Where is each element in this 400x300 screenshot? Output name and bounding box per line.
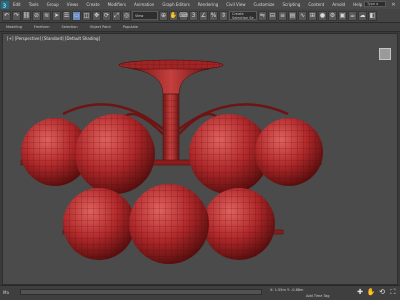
select-manipulate-icon[interactable]: ✋: [169, 10, 178, 21]
coordinate-readout: X: 1.55m Y: -0.88m: [270, 288, 304, 292]
menu-bar: 3 Edit Tools Group Views Create Modifier…: [0, 0, 400, 9]
orbit-icon[interactable]: ⟲: [378, 288, 386, 296]
redo-icon[interactable]: ↷: [12, 10, 21, 21]
menu-views[interactable]: Views: [63, 2, 83, 7]
curve-editor-icon[interactable]: ∿: [298, 10, 307, 21]
rectangular-selection-icon[interactable]: ▭: [72, 10, 81, 21]
named-selection-sets-dropdown[interactable]: Create Selection Se: [229, 11, 257, 20]
placement-icon[interactable]: ◎: [122, 10, 131, 21]
spinner-snap-icon[interactable]: ⇕: [219, 10, 228, 21]
menu-customize[interactable]: Customize: [250, 2, 279, 7]
render-production-icon[interactable]: ☕: [348, 10, 357, 21]
menu-civil-view[interactable]: Civil View: [222, 2, 249, 7]
pan-icon[interactable]: ✋: [367, 288, 376, 296]
close-icon[interactable]: ✕: [390, 2, 397, 8]
tab-freeform[interactable]: Freeform: [28, 25, 56, 29]
app-logo-icon[interactable]: 3: [1, 0, 9, 9]
select-by-name-icon[interactable]: ☰: [62, 10, 71, 21]
menu-tools[interactable]: Tools: [25, 2, 43, 7]
window-crossing-icon[interactable]: ◫: [82, 10, 91, 21]
main-toolbar: ↶ ↷ ⛓ ⊘ ≋ ➤ ☰ ▭ ◫ ✥ ⟳ ⤢ ◎ View ⊕ ✋ ⌨ 3 ∠…: [0, 9, 400, 23]
search-input[interactable]: Type a: [364, 1, 386, 7]
ribbon-tabs: Modeling Freeform Selection Object Paint…: [0, 23, 400, 32]
percent-snap-icon[interactable]: %: [209, 10, 218, 21]
select-move-icon[interactable]: ✥: [92, 10, 101, 21]
add-time-tag-button[interactable]: Add Time Tag: [306, 294, 330, 298]
maximize-viewport-icon[interactable]: ⛶: [389, 288, 397, 296]
toggle-ribbon-icon[interactable]: ▤: [288, 10, 297, 21]
lower-spheres: [63, 184, 275, 264]
menu-arnold[interactable]: Arnold: [328, 2, 349, 7]
snaps-toggle-icon[interactable]: 3: [189, 10, 198, 21]
a360-gallery-icon[interactable]: ◧: [368, 10, 377, 21]
tab-modeling[interactable]: Modeling: [0, 25, 28, 29]
perspective-viewport[interactable]: [+] [Perspective] [Standard] [Default Sh…: [2, 33, 398, 285]
schematic-view-icon[interactable]: ⊞: [308, 10, 317, 21]
select-rotate-icon[interactable]: ⟳: [102, 10, 111, 21]
menu-rendering[interactable]: Rendering: [194, 2, 222, 7]
menu-modifiers[interactable]: Modifiers: [104, 2, 130, 7]
menu-animation[interactable]: Animation: [130, 2, 158, 7]
select-scale-icon[interactable]: ⤢: [112, 10, 121, 21]
menu-scripting[interactable]: Scripting: [279, 2, 305, 7]
layer-explorer-icon[interactable]: ≡: [278, 10, 287, 21]
timeline-slider[interactable]: [20, 289, 262, 295]
material-editor-icon[interactable]: ●: [318, 10, 327, 21]
mirror-icon[interactable]: ⇋: [258, 10, 267, 21]
menu-content[interactable]: Content: [304, 2, 328, 7]
reference-coordinate-dropdown[interactable]: View: [132, 11, 158, 20]
status-bar: Ma X: 1.55m Y: -0.88m Add Time Tag ✚ ✋ ⟲…: [0, 285, 400, 300]
render-cloud-icon[interactable]: ☁: [358, 10, 367, 21]
rendered-frame-icon[interactable]: ▣: [338, 10, 347, 21]
menu-edit[interactable]: Edit: [9, 2, 25, 7]
zoom-icon[interactable]: ✚: [356, 288, 364, 296]
undo-icon[interactable]: ↶: [2, 10, 11, 21]
align-icon[interactable]: ⊟: [268, 10, 277, 21]
viewport-navigation: ✚ ✋ ⟲ ⛶: [356, 288, 397, 297]
svg-text:3: 3: [3, 3, 7, 9]
bind-spacewarp-icon[interactable]: ≋: [42, 10, 51, 21]
menu-graph-editors[interactable]: Graph Editors: [158, 2, 193, 7]
tab-object-paint[interactable]: Object Paint: [84, 25, 117, 29]
chandelier-model[interactable]: [3, 34, 398, 285]
window-controls: ✕: [390, 2, 400, 8]
pivot-center-icon[interactable]: ⊕: [159, 10, 168, 21]
select-object-icon[interactable]: ➤: [52, 10, 61, 21]
angle-snap-icon[interactable]: ∠: [199, 10, 208, 21]
menu-create[interactable]: Create: [82, 2, 103, 7]
tab-populate[interactable]: Populate: [117, 25, 144, 29]
render-setup-icon[interactable]: ⚙: [328, 10, 337, 21]
unlink-icon[interactable]: ⊘: [32, 10, 41, 21]
menu-group[interactable]: Group: [43, 2, 63, 7]
keyboard-shortcut-icon[interactable]: ⌨: [179, 10, 188, 21]
tab-selection[interactable]: Selection: [56, 25, 84, 29]
link-icon[interactable]: ⛓: [22, 10, 31, 21]
maxscript-listener[interactable]: Ma: [3, 290, 9, 295]
